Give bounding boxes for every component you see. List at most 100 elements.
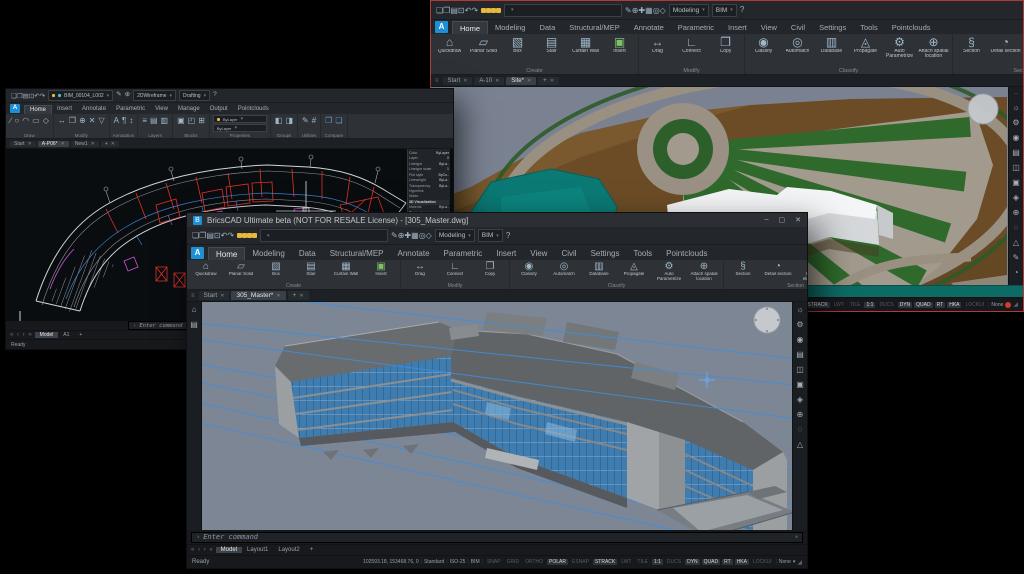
qat-icon[interactable]: ✎ xyxy=(391,231,398,240)
ribbon-tool[interactable]: ▣Insert xyxy=(364,261,398,277)
ribbon-tab[interactable]: Tools xyxy=(853,21,885,34)
ribbon-tool[interactable]: ❐ xyxy=(324,115,333,126)
ribbon-tab[interactable]: View xyxy=(754,21,784,34)
close-icon[interactable]: ✕ xyxy=(550,78,554,84)
close-icon[interactable]: ✕ xyxy=(28,141,32,147)
panel-icon[interactable]: ⚙ xyxy=(796,321,803,329)
resize-grip[interactable]: ◢ xyxy=(797,559,802,566)
app-button[interactable]: A xyxy=(435,21,448,33)
ribbon-tool[interactable]: ↔Drag xyxy=(641,35,674,54)
qat-icon[interactable]: ▦ xyxy=(645,6,653,15)
ribbon-tab[interactable]: Manage xyxy=(173,105,205,114)
document-tab[interactable]: Site*✕ xyxy=(506,77,536,85)
close-button[interactable]: ✕ xyxy=(795,216,801,224)
ribbon-tab[interactable]: Insert xyxy=(489,247,523,260)
help-icon[interactable]: ? xyxy=(506,232,510,240)
ribbon-tab[interactable]: Parametric xyxy=(111,105,150,114)
ribbon-tool[interactable]: ∟Connect xyxy=(438,261,472,277)
collapse-icon[interactable]: – xyxy=(1014,91,1017,97)
ribbon-tool[interactable]: ◎Automatch xyxy=(781,35,814,54)
color-swatch[interactable] xyxy=(252,233,257,238)
status-toggle[interactable]: POLAR xyxy=(547,559,568,565)
panel-icon[interactable]: ⊕ xyxy=(797,411,804,419)
ribbon-tab[interactable]: Insert xyxy=(52,105,77,114)
document-tab[interactable]: Start✕ xyxy=(443,77,473,85)
ribbon-tab[interactable]: Home xyxy=(24,105,52,114)
dim-style[interactable]: Standard xyxy=(424,559,444,565)
panel-icon[interactable]: ▤ xyxy=(190,321,198,329)
panel-icon[interactable]: ◈ xyxy=(1013,194,1019,202)
workspace-combo[interactable]: Modeling▾ xyxy=(669,4,709,17)
ribbon-tool[interactable]: ⌂Quickdraw xyxy=(189,261,223,277)
qat-icon[interactable]: ◎ xyxy=(653,6,660,15)
close-icon[interactable]: ✕ xyxy=(276,293,280,299)
ribbon-tab[interactable]: Modeling xyxy=(488,21,532,34)
ribbon-tab[interactable]: Data xyxy=(292,247,323,260)
status-toggle[interactable]: RT xyxy=(722,559,733,565)
ribbon-tab[interactable]: Tools xyxy=(626,247,659,260)
panel-icon[interactable]: ◉ xyxy=(1013,134,1020,142)
ribbon-tool[interactable]: ¶ xyxy=(121,115,127,126)
status-toggle[interactable]: QUAD xyxy=(914,302,932,308)
ribbon-tab[interactable]: Pointclouds xyxy=(885,21,938,34)
ribbon-tool[interactable]: ❐Copy xyxy=(473,261,507,277)
layout-tab[interactable]: + xyxy=(305,547,319,553)
ribbon-tool[interactable]: ⊞ xyxy=(197,115,206,126)
qat-icon[interactable]: ⊡ xyxy=(214,231,221,240)
layout-tab[interactable]: Layout1 xyxy=(242,547,273,553)
document-tab[interactable]: Start✕ xyxy=(10,141,36,147)
close-icon[interactable]: ✕ xyxy=(91,141,95,147)
ribbon-tab[interactable]: Home xyxy=(208,247,245,260)
close-icon[interactable]: ✕ xyxy=(463,78,467,84)
ribbon-tool[interactable]: ▤Stair xyxy=(535,35,568,54)
ribbon-tab[interactable]: Settings xyxy=(584,247,627,260)
ribbon-tool[interactable]: ✕ xyxy=(88,115,97,126)
status-toggle[interactable]: HKA xyxy=(735,559,749,565)
ribbon-tool[interactable]: ◠ xyxy=(21,115,30,126)
ribbon-tab[interactable]: Pointclouds xyxy=(233,105,274,114)
panel-icon[interactable]: ◔ xyxy=(1014,269,1019,277)
document-tab[interactable]: Start✕ xyxy=(199,291,230,300)
ribbon-tool[interactable]: ▣ xyxy=(176,115,186,126)
panel-icon[interactable]: ▤ xyxy=(1012,149,1020,157)
ribbon-tool[interactable]: ▤ xyxy=(149,115,159,126)
command-input[interactable]: ›Enter command▪ xyxy=(191,532,803,543)
ribbon-tool[interactable]: ◬Propagate xyxy=(617,261,651,277)
lineweight-combo[interactable]: ByLayer▾ xyxy=(213,124,267,132)
layout-tab[interactable]: + xyxy=(74,332,87,338)
close-icon[interactable]: ✕ xyxy=(111,141,115,147)
ribbon-tab[interactable]: Annotate xyxy=(627,21,671,34)
layout-tab[interactable]: Model xyxy=(35,332,59,338)
document-tab[interactable]: New1✕ xyxy=(71,141,99,147)
panel-icon[interactable]: ▣ xyxy=(796,381,804,389)
ribbon-tool[interactable]: ◬Propagate xyxy=(849,35,882,54)
qat-icon[interactable]: ✎ xyxy=(625,6,632,15)
qat-icon[interactable]: ▤ xyxy=(450,6,458,15)
color-combo[interactable]: ByLayer▾ xyxy=(213,115,267,123)
panel-icon[interactable]: ◌ xyxy=(798,426,803,434)
ribbon-tool[interactable]: ▭ xyxy=(31,115,41,126)
panel-icon[interactable]: ☼ xyxy=(1012,104,1019,112)
panel-icon[interactable]: ◈ xyxy=(797,396,803,404)
ribbon-tool[interactable]: ⊕Attach spatial location xyxy=(687,261,721,282)
qat-icon[interactable]: ⊡ xyxy=(458,6,465,15)
ribbon-tool[interactable]: ◉Classify xyxy=(512,261,546,277)
ribbon-tool[interactable]: ⚙Auto Parametrize xyxy=(652,261,686,282)
ribbon-tool[interactable]: ⌂Quickdraw xyxy=(433,35,466,54)
layout-nav-arrows[interactable]: « ‹ › » xyxy=(10,332,33,338)
ribbon-tab[interactable]: Structural/MEP xyxy=(323,247,391,260)
panel-icon[interactable]: ⊕ xyxy=(1013,209,1020,217)
minimize-button[interactable]: – xyxy=(765,216,769,224)
ribbon-tool[interactable]: ❐Copy xyxy=(709,35,742,54)
ribbon-tab[interactable]: View xyxy=(523,247,554,260)
ribbon-tool[interactable]: ◧ xyxy=(274,115,284,126)
ribbon-tool[interactable]: ▽ xyxy=(97,115,105,126)
ribbon-tool[interactable]: ↔Drag xyxy=(403,261,437,277)
style-combo[interactable]: ▾ xyxy=(504,4,622,17)
ribbon-tool[interactable]: ▥Database xyxy=(582,261,616,277)
ribbon-tab[interactable]: Settings xyxy=(812,21,853,34)
panel-icon[interactable]: ✎ xyxy=(1013,254,1020,262)
status-toggle[interactable]: DYN xyxy=(685,559,700,565)
panel-icon[interactable]: ⌂ xyxy=(192,306,197,314)
ribbon-tool[interactable]: ▱Planar Solid xyxy=(224,261,258,277)
